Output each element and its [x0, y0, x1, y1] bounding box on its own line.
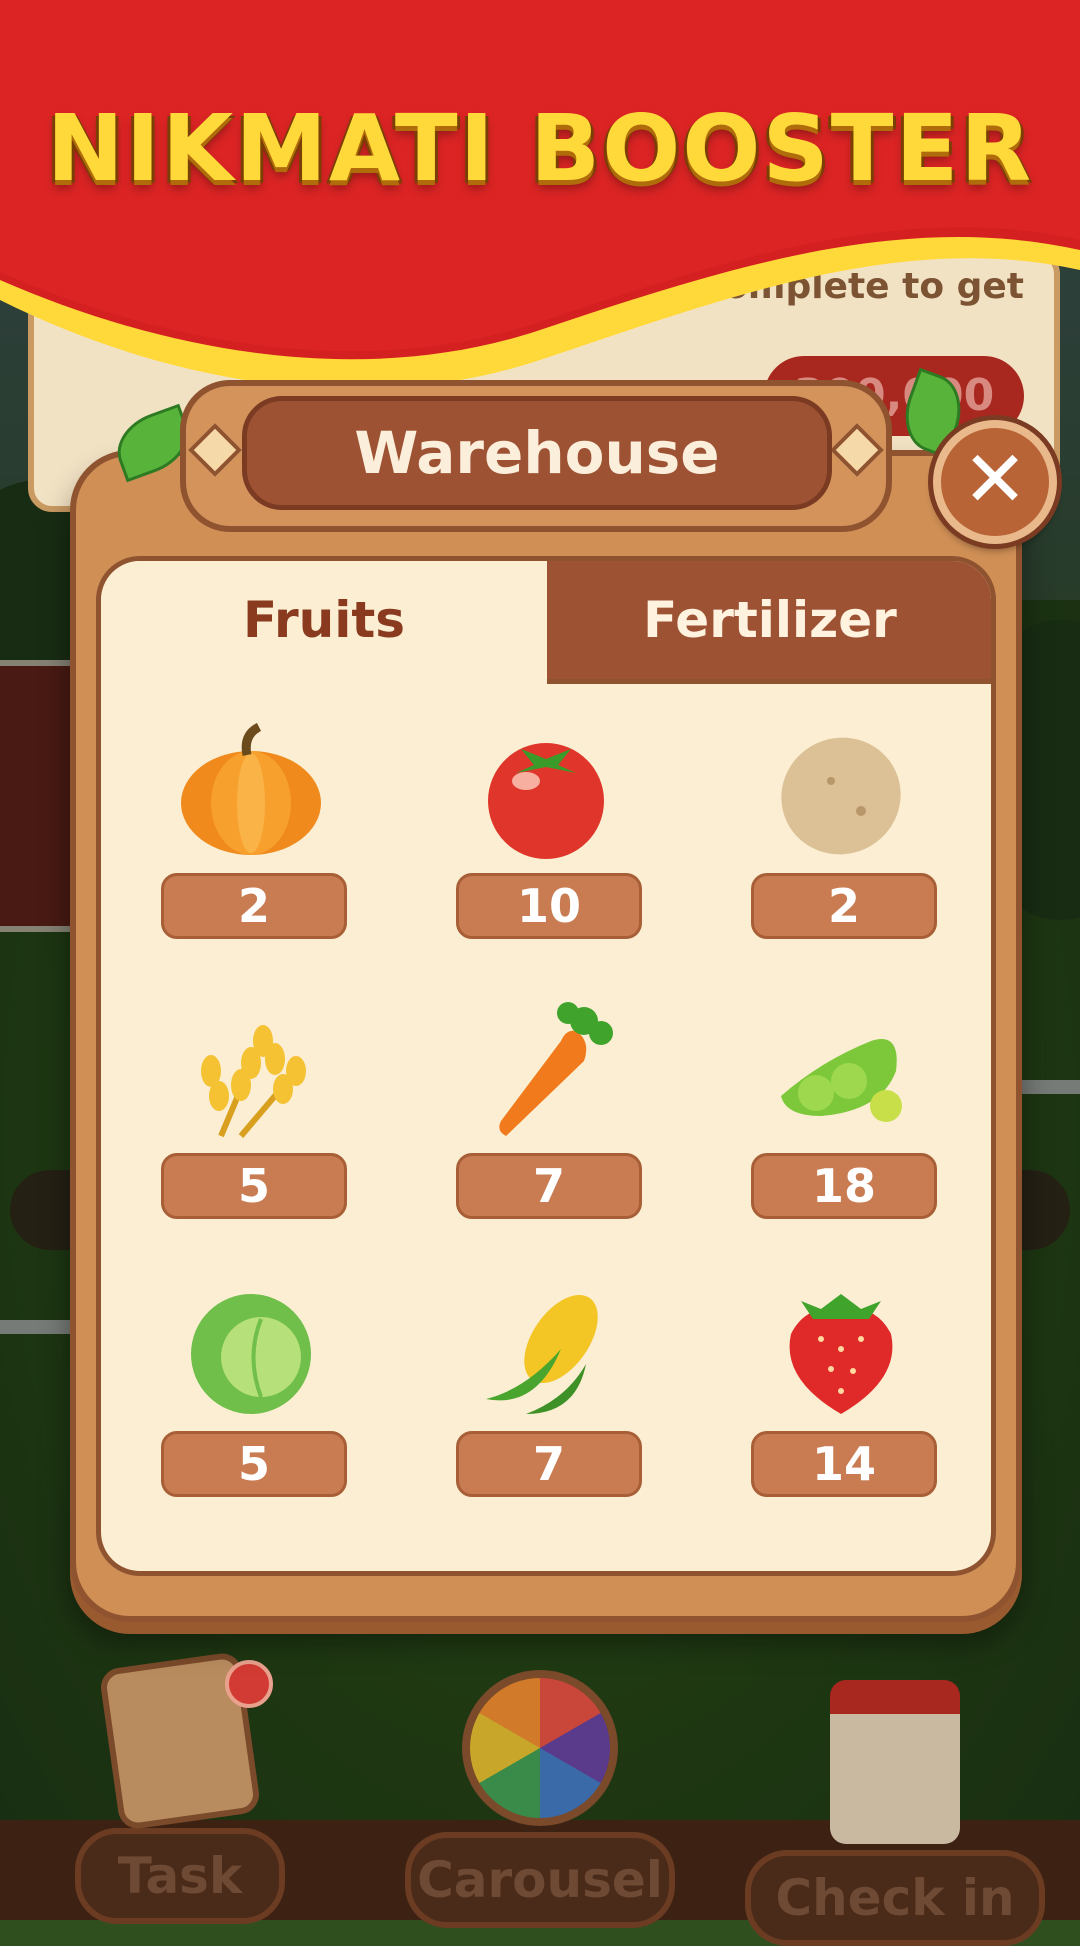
- close-button[interactable]: ✕: [933, 420, 1057, 544]
- warehouse-item-carrot[interactable]: 7: [456, 1001, 642, 1219]
- nav-task-label: Task: [75, 1828, 285, 1924]
- warehouse-item-tomato[interactable]: 10: [456, 721, 642, 939]
- warehouse-item-potato[interactable]: 2: [751, 721, 937, 939]
- diamond-ornament: [830, 423, 884, 477]
- wheat-icon: [171, 1001, 331, 1141]
- item-count: 2: [751, 873, 937, 939]
- nav-carousel[interactable]: Carousel: [405, 1670, 675, 1928]
- nav-task[interactable]: Task: [75, 1650, 285, 1924]
- item-count: 2: [161, 873, 347, 939]
- promo-banner: NIKMATI BOOSTER: [0, 0, 1080, 430]
- close-icon: ✕: [962, 435, 1028, 525]
- warehouse-content: Fruits Fertilizer 2 10 2 5 7 18 5 7 14: [96, 556, 996, 1576]
- nav-carousel-label: Carousel: [405, 1832, 675, 1928]
- nav-check-in-label: Check in: [745, 1850, 1045, 1946]
- warehouse-panel: Fruits Fertilizer 2 10 2 5 7 18 5 7 14: [70, 450, 1022, 1622]
- wheel-icon: [462, 1670, 618, 1826]
- warehouse-title-plate: Warehouse: [180, 380, 892, 532]
- warehouse-item-pumpkin[interactable]: 2: [161, 721, 347, 939]
- warehouse-item-strawberry[interactable]: 14: [751, 1279, 937, 1497]
- calendar-check-icon: [830, 1680, 960, 1844]
- item-count: 7: [456, 1153, 642, 1219]
- corn-icon: [466, 1279, 626, 1419]
- tomato-icon: [466, 721, 626, 861]
- item-count: 14: [751, 1431, 937, 1497]
- strawberry-icon: [761, 1279, 921, 1419]
- pumpkin-icon: [171, 721, 331, 861]
- nav-check-in[interactable]: Check in: [745, 1680, 1045, 1946]
- banner-ribbon: [0, 0, 1080, 389]
- potato-icon: [761, 721, 921, 861]
- banner-title: NIKMATI BOOSTER: [46, 95, 1034, 202]
- cabbage-icon: [171, 1279, 331, 1419]
- warehouse-item-corn[interactable]: 7: [456, 1279, 642, 1497]
- warehouse-item-wheat[interactable]: 5: [161, 1001, 347, 1219]
- item-count: 18: [751, 1153, 937, 1219]
- warehouse-item-edamame[interactable]: 18: [751, 1001, 937, 1219]
- warehouse-title: Warehouse: [242, 396, 832, 510]
- edamame-icon: [761, 1001, 921, 1141]
- item-count: 10: [456, 873, 642, 939]
- tab-fruits[interactable]: Fruits: [101, 561, 552, 679]
- tab-fertilizer[interactable]: Fertilizer: [547, 561, 991, 684]
- item-count: 5: [161, 1431, 347, 1497]
- notification-badge: [225, 1660, 273, 1708]
- diamond-ornament: [188, 423, 242, 477]
- item-count: 7: [456, 1431, 642, 1497]
- carrot-icon: [466, 1001, 626, 1141]
- item-count: 5: [161, 1153, 347, 1219]
- warehouse-item-cabbage[interactable]: 5: [161, 1279, 347, 1497]
